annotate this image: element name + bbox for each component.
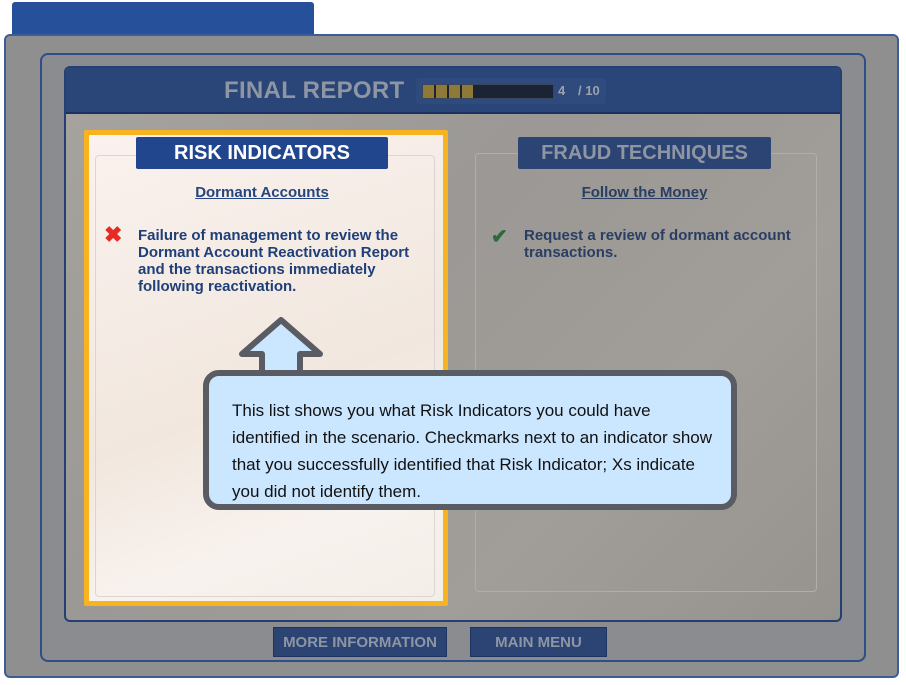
progress-indicator: 4 / 10 <box>416 78 606 104</box>
fraud-technique-item: Request a review of dormant account tran… <box>524 227 791 261</box>
fraud-subtitle: Follow the Money <box>581 184 708 201</box>
progress-track <box>422 84 554 99</box>
more-information-button[interactable]: MORE INFORMATION <box>273 627 447 657</box>
fraud-techniques-header: FRAUD TECHNIQUES <box>518 137 771 169</box>
risk-indicators-header: RISK INDICATORS <box>136 137 388 169</box>
main-menu-button[interactable]: MAIN MENU <box>470 627 607 657</box>
tooltip-text: This list shows you what Risk Indicators… <box>232 401 713 501</box>
risk-indicator-item: Failure of management to review the Dorm… <box>138 227 410 295</box>
progress-fill <box>423 85 473 98</box>
header-bar: FINAL REPORT 4 / 10 <box>66 68 840 114</box>
tooltip-callout: This list shows you what Risk Indicators… <box>203 370 737 510</box>
page-title: FINAL REPORT <box>224 77 405 104</box>
check-icon: ✔ <box>491 226 508 248</box>
risk-subtitle[interactable]: Dormant Accounts <box>136 184 388 201</box>
progress-current: 4 <box>558 83 566 98</box>
progress-total: / 10 <box>578 83 600 98</box>
x-icon: ✖ <box>104 222 123 247</box>
